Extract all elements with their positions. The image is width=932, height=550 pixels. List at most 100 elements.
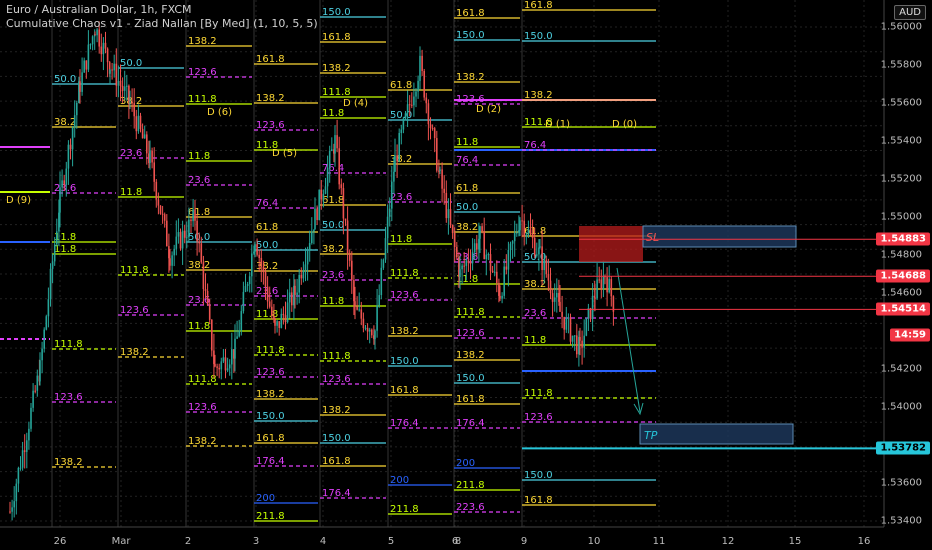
candle-body (443, 188, 445, 193)
candle-body (598, 279, 600, 281)
candle-body (231, 349, 233, 365)
candle-body (353, 279, 355, 302)
candle-body (608, 279, 610, 293)
candle-body (280, 313, 283, 328)
candle-body (276, 321, 278, 326)
candle-body (547, 273, 550, 281)
candle-body (300, 274, 303, 279)
candle-body (311, 231, 313, 244)
candle-body (596, 279, 598, 299)
candle-body (117, 80, 120, 86)
candle-body (516, 232, 518, 234)
candle-body (234, 338, 236, 359)
candle-body (499, 295, 501, 299)
candle-body (32, 390, 34, 408)
price-tick: 1.55000 (880, 211, 922, 223)
candle-body (358, 309, 360, 311)
candle-body (371, 329, 373, 336)
fib-level-label: 11.8 (524, 335, 546, 346)
currency-selector[interactable]: AUD (894, 5, 926, 20)
candle-body (94, 34, 96, 36)
candle-body (186, 237, 188, 239)
candle-body (366, 327, 369, 332)
fib-level-label: 111.8 (188, 374, 217, 385)
candle-body (558, 292, 560, 302)
fib-level-label: 138.2 (322, 63, 351, 74)
candle-body (192, 209, 194, 222)
fib-level-label: 23.6 (390, 192, 412, 203)
candle-body (278, 321, 280, 328)
fib-level-label: 176.4 (322, 488, 351, 499)
candle-body (559, 301, 561, 312)
candle-body (71, 127, 74, 150)
candle-body (146, 134, 148, 154)
candle-body (139, 115, 142, 129)
candle-body (190, 219, 192, 222)
price-tick: 1.56000 (880, 21, 922, 33)
candle-body (262, 266, 265, 272)
candle-body (501, 295, 503, 299)
stop-loss-zone (579, 226, 643, 262)
price-tick: 1.54600 (880, 287, 922, 299)
candle-body (208, 304, 211, 320)
candle-body (394, 155, 396, 172)
candle-body (188, 219, 190, 238)
candle-body (453, 233, 456, 248)
candle-body (213, 350, 215, 365)
candle-body (224, 357, 227, 371)
time-tick: 3 (252, 536, 260, 547)
fib-level-label: 176.4 (256, 456, 285, 467)
candle-body (179, 232, 182, 249)
candle-body (406, 104, 409, 114)
candle-body (545, 259, 548, 274)
candle-body (576, 335, 578, 355)
candle-body (569, 317, 572, 342)
candle-body (81, 72, 83, 92)
candle-body (340, 184, 343, 189)
tp-box (639, 423, 794, 445)
candle-body (429, 124, 432, 129)
candle-body (567, 317, 570, 319)
candle-body (89, 44, 92, 46)
candle-body (17, 468, 20, 484)
fib-level-label: 11.8 (54, 244, 76, 255)
candle-body (380, 267, 383, 296)
candle-body (288, 292, 291, 303)
price-tag: 1.54514 (876, 302, 930, 316)
candle-body (610, 279, 613, 297)
candle-body (47, 299, 50, 317)
candle-body (304, 264, 307, 271)
price-chart[interactable]: 50.0 38.2 23.6 11.8 11.8 111.8 123.6 138.2 50.0 3… (0, 0, 932, 550)
candle-body (408, 104, 411, 106)
candle-body (246, 283, 249, 287)
candle-body (498, 282, 500, 296)
fib-level-label: 211.8 (256, 511, 285, 522)
candle-body (606, 277, 608, 293)
candle-body (324, 186, 327, 194)
candle-body (523, 220, 525, 237)
candle-body (198, 241, 200, 244)
symbol-title[interactable]: Euro / Australian Dollar, 1h, FXCM (6, 3, 192, 16)
candle-body (294, 285, 296, 295)
candle-body (254, 244, 256, 252)
candle-body (376, 305, 378, 331)
time-tick: 16 (857, 536, 871, 547)
candle-body (415, 91, 417, 97)
candle-body (214, 364, 216, 367)
indicator-title[interactable]: Cumulative Chaos v1 - Ziad Nallan [By Me… (6, 17, 318, 30)
candle-body (465, 260, 468, 266)
fib-level-label: 38.2 (524, 279, 546, 290)
candle-body (85, 60, 88, 70)
candle-body (368, 329, 371, 332)
candle-body (73, 115, 76, 128)
candle-body (109, 69, 111, 74)
candle-body (143, 134, 146, 139)
candle-body (549, 280, 552, 294)
candle-body (45, 316, 48, 330)
fib-level-label: 23.6 (188, 175, 210, 186)
fib-level-label: 138.2 (524, 90, 553, 101)
fib-level-label: 50.0 (54, 74, 76, 85)
candle-body (282, 313, 285, 316)
fib-level-label: 11.8 (188, 151, 210, 162)
candle-body (211, 319, 213, 351)
